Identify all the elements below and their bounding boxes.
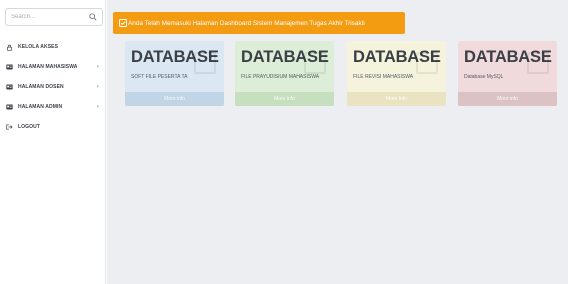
- box-body: DATABASE SOFT FILE PESERTA TA: [125, 41, 224, 92]
- box-subtitle: Database MySQL: [464, 74, 504, 80]
- database-box-soft-file: DATABASE SOFT FILE PESERTA TA More info: [125, 41, 224, 106]
- box-subtitle: FILE REVISI MAHASISWA: [353, 74, 414, 80]
- search-input[interactable]: [6, 9, 86, 25]
- sidebar-item-label: HALAMAN DOSEN: [18, 84, 64, 90]
- box-body: DATABASE Database MySQL: [458, 41, 557, 92]
- app: KELOLA AKSES HALAMAN MAHASISWA ‹: [0, 0, 568, 284]
- more-info-label: More info: [274, 96, 295, 102]
- database-box-prayudisium: DATABASE FILE PRAYUDISIUM MAHASISWA More…: [235, 41, 334, 106]
- search-box: [5, 8, 103, 26]
- box-background-icon: [527, 52, 549, 74]
- id-card-icon: [6, 64, 13, 71]
- sidebar: KELOLA AKSES HALAMAN MAHASISWA ‹: [0, 0, 106, 284]
- database-box-revisi: DATABASE FILE REVISI MAHASISWA More info: [347, 41, 446, 106]
- box-background-icon: [194, 52, 216, 74]
- more-info-label: More info: [386, 96, 407, 102]
- sidebar-item-logout[interactable]: LOGOUT: [0, 117, 106, 137]
- more-info-link[interactable]: More info: [235, 92, 334, 106]
- box-body: DATABASE FILE PRAYUDISIUM MAHASISWA: [235, 41, 334, 92]
- chevron-left-icon: ‹: [96, 84, 99, 90]
- id-card-icon: [6, 84, 13, 91]
- chevron-left-icon: ‹: [96, 64, 99, 70]
- sidebar-item-halaman-mahasiswa[interactable]: HALAMAN MAHASISWA ‹: [0, 57, 106, 77]
- more-info-label: More info: [164, 96, 185, 102]
- sidebar-nav: KELOLA AKSES HALAMAN MAHASISWA ‹ HALAMAN…: [0, 37, 106, 137]
- box-background-icon: [304, 52, 326, 74]
- more-info-link[interactable]: More info: [347, 92, 446, 106]
- search-icon[interactable]: [89, 13, 97, 21]
- check-square-icon: [119, 19, 127, 27]
- box-background-icon: [416, 52, 438, 74]
- sidebar-item-label: HALAMAN ADMIN: [18, 104, 63, 110]
- database-box-mysql: DATABASE Database MySQL More info: [458, 41, 557, 106]
- alert-text: Anda Telah Memasuki Halaman Dashboard Si…: [128, 19, 365, 27]
- lock-icon: [6, 44, 13, 51]
- sidebar-item-label: KELOLA AKSES: [18, 44, 58, 50]
- more-info-label: More info: [497, 96, 518, 102]
- sidebar-item-kelola-akses[interactable]: KELOLA AKSES: [0, 37, 106, 57]
- id-card-icon: [6, 104, 13, 111]
- main-content: Anda Telah Memasuki Halaman Dashboard Si…: [107, 0, 568, 284]
- more-info-link[interactable]: More info: [125, 92, 224, 106]
- box-subtitle: SOFT FILE PESERTA TA: [131, 74, 188, 80]
- logout-icon: [6, 124, 13, 131]
- box-body: DATABASE FILE REVISI MAHASISWA: [347, 41, 446, 92]
- sidebar-item-label: HALAMAN MAHASISWA: [18, 64, 78, 70]
- more-info-link[interactable]: More info: [458, 92, 557, 106]
- welcome-alert: Anda Telah Memasuki Halaman Dashboard Si…: [113, 12, 405, 34]
- sidebar-item-label: LOGOUT: [18, 124, 40, 130]
- sidebar-item-halaman-admin[interactable]: HALAMAN ADMIN ‹: [0, 97, 106, 117]
- chevron-left-icon: ‹: [96, 104, 99, 110]
- box-subtitle: FILE PRAYUDISIUM MAHASISWA: [241, 74, 320, 80]
- sidebar-item-halaman-dosen[interactable]: HALAMAN DOSEN ‹: [0, 77, 106, 97]
